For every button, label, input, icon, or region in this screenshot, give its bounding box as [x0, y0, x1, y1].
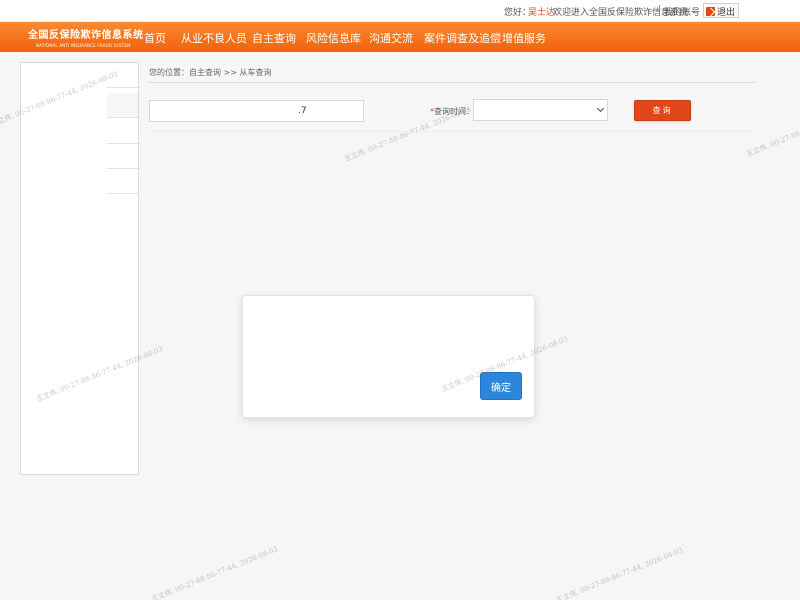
- nav-item-communication[interactable]: 沟通交流: [369, 30, 413, 46]
- watermark-text: 王立伟, 00-27-88-86-77-44, 2026-08-03: [150, 545, 280, 600]
- form-divider: [148, 131, 756, 132]
- breadcrumb-divider: [148, 82, 756, 83]
- left-sidebar: [20, 62, 139, 475]
- nav-item-home[interactable]: 首页: [144, 30, 166, 46]
- alert-dialog: 确定: [242, 295, 535, 418]
- query-time-select[interactable]: [473, 99, 608, 121]
- my-account-link[interactable]: 我的账号: [664, 5, 700, 18]
- query-button[interactable]: 查询: [634, 100, 691, 121]
- logo-title: 全国反保险欺诈信息系统: [28, 30, 144, 41]
- nav-item-self-query[interactable]: 自主查询: [252, 30, 296, 46]
- query-time-label: *查询时间：: [430, 106, 474, 117]
- watermark-text: 王立伟, 00-27-88-86-77-44, 2026-08-03: [745, 100, 800, 159]
- logout-icon: [706, 6, 715, 16]
- nav-item-risk-database[interactable]: 风险信息库: [306, 30, 361, 46]
- topbar-separator: |: [658, 5, 662, 15]
- main-nav: 全国反保险欺诈信息系统 NATIONAL ANTI INSURANCE FRAU…: [0, 22, 800, 52]
- logout-label: 退出: [717, 7, 736, 18]
- logo-subtitle: NATIONAL ANTI INSURANCE FRAUD SYSTEM: [36, 43, 131, 48]
- system-logo[interactable]: 全国反保险欺诈信息系统 NATIONAL ANTI INSURANCE FRAU…: [28, 26, 144, 50]
- watermark-text: 王立伟, 00-27-88-86-77-44, 2026-08-03: [555, 546, 685, 600]
- nav-item-value-added[interactable]: 增值服务: [502, 30, 546, 46]
- plate-number-input[interactable]: [149, 100, 364, 122]
- chevron-down-icon: [596, 104, 605, 113]
- nav-item-bad-personnel[interactable]: 从业不良人员: [181, 30, 247, 46]
- greeting-text: 您好：: [504, 8, 532, 18]
- nav-item-case-investigation[interactable]: 案件调查及追偿: [424, 30, 501, 46]
- query-time-label-text: 查询时间：: [434, 107, 474, 116]
- username-link[interactable]: 吴士达: [528, 5, 555, 18]
- sidebar-redaction: [21, 63, 107, 199]
- breadcrumb: 您的位置：自主查询 >> 从车查询: [149, 68, 272, 77]
- top-user-bar: 您好： 吴士达 欢迎进入全国反保险欺诈信息系统 | 我的账号 退出: [0, 0, 800, 22]
- confirm-button[interactable]: 确定: [480, 372, 522, 400]
- logout-button[interactable]: 退出: [703, 3, 740, 18]
- app-window: 您好： 吴士达 欢迎进入全国反保险欺诈信息系统 | 我的账号 退出 全国反保险欺…: [0, 0, 800, 600]
